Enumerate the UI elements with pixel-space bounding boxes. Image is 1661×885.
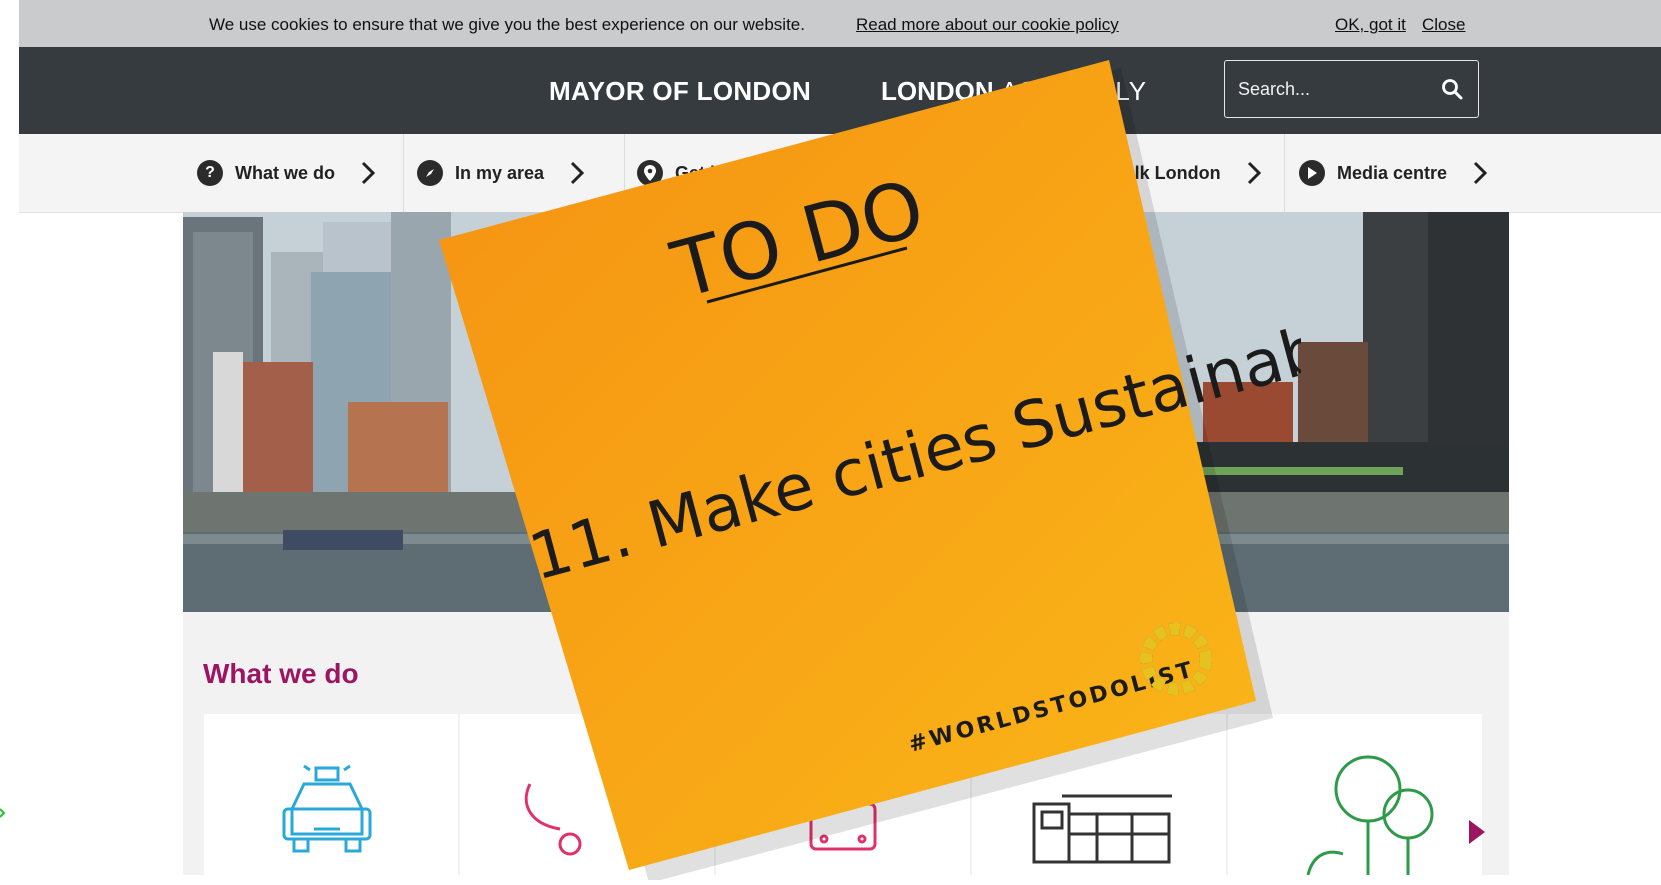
police-car-icon xyxy=(282,764,372,853)
cookie-message: We use cookies to ensure that we give yo… xyxy=(209,15,805,34)
chevron-right-icon xyxy=(1473,161,1488,185)
edge-marker xyxy=(0,806,6,818)
todo-sticky-note: TO DO 11. Make cities Sustainable #WORLD… xyxy=(439,60,1386,883)
sticky-note-graphic: TO DO 11. Make cities Sustainable #WORLD… xyxy=(439,60,1386,883)
card-policing[interactable] xyxy=(204,714,458,875)
nav-item-media-centre[interactable]: Media centre xyxy=(1299,134,1488,212)
question-icon: ? xyxy=(197,160,223,186)
carousel-next-arrow[interactable] xyxy=(1467,817,1487,847)
nav-divider xyxy=(403,134,404,212)
nav-item-label: What we do xyxy=(235,162,335,183)
search-icon[interactable] xyxy=(1440,77,1464,101)
cookie-banner: We use cookies to ensure that we give yo… xyxy=(19,0,1661,47)
page: We use cookies to ensure that we give yo… xyxy=(19,0,1661,883)
nav-item-label: Media centre xyxy=(1337,162,1448,183)
section-title: What we do xyxy=(203,658,359,689)
nav-item-what-we-do[interactable]: ? What we do xyxy=(197,134,375,212)
cookie-policy-link[interactable]: Read more about our cookie policy xyxy=(856,15,1119,35)
cookie-ok-button[interactable]: OK, got it xyxy=(1335,15,1406,35)
chevron-right-icon xyxy=(361,161,375,185)
cookie-close-button[interactable]: Close xyxy=(1422,15,1465,35)
play-icon xyxy=(1299,160,1325,186)
